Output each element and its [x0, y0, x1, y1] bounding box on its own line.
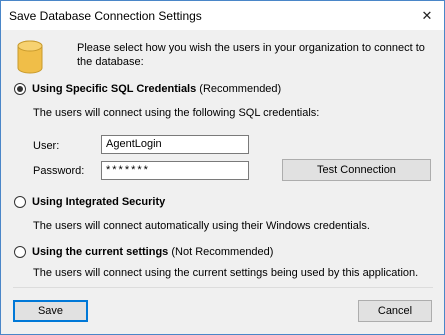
password-field[interactable]: *******	[101, 161, 249, 180]
cancel-button[interactable]: Cancel	[358, 300, 432, 322]
radio-button[interactable]	[14, 246, 26, 258]
save-button[interactable]: Save	[13, 300, 88, 322]
intro-text: Please select how you wish the users in …	[77, 42, 425, 68]
radio-button[interactable]	[14, 196, 26, 208]
dialog-window: Save Database Connection Settings ✕ Plea…	[0, 0, 445, 335]
password-label: Password:	[33, 165, 85, 177]
radio-current-settings[interactable]: Using the current settings (Not Recommen…	[14, 246, 273, 258]
current-settings-description: The users will connect using the current…	[33, 267, 419, 279]
radio-label: Using Specific SQL Credentials (Recommen…	[32, 83, 282, 95]
divider	[13, 287, 433, 288]
database-icon	[17, 40, 43, 74]
radio-label: Using the current settings (Not Recommen…	[32, 246, 274, 258]
radio-label: Using Integrated Security	[32, 196, 166, 208]
close-button[interactable]: ✕	[410, 1, 444, 30]
test-connection-button[interactable]: Test Connection	[282, 159, 431, 181]
user-label: User:	[33, 140, 60, 152]
integrated-security-description: The users will connect automatically usi…	[33, 220, 370, 232]
user-field[interactable]: AgentLogin	[101, 135, 249, 154]
radio-integrated-security[interactable]: Using Integrated Security	[14, 196, 165, 208]
close-icon: ✕	[421, 7, 433, 23]
specific-credentials-description: The users will connect using the followi…	[33, 107, 320, 119]
title-bar: Save Database Connection Settings ✕	[1, 1, 444, 30]
radio-specific-credentials[interactable]: Using Specific SQL Credentials (Recommen…	[14, 83, 281, 95]
radio-button[interactable]	[14, 83, 26, 95]
window-title: Save Database Connection Settings	[9, 9, 202, 23]
dialog-content: Please select how you wish the users in …	[1, 30, 444, 334]
